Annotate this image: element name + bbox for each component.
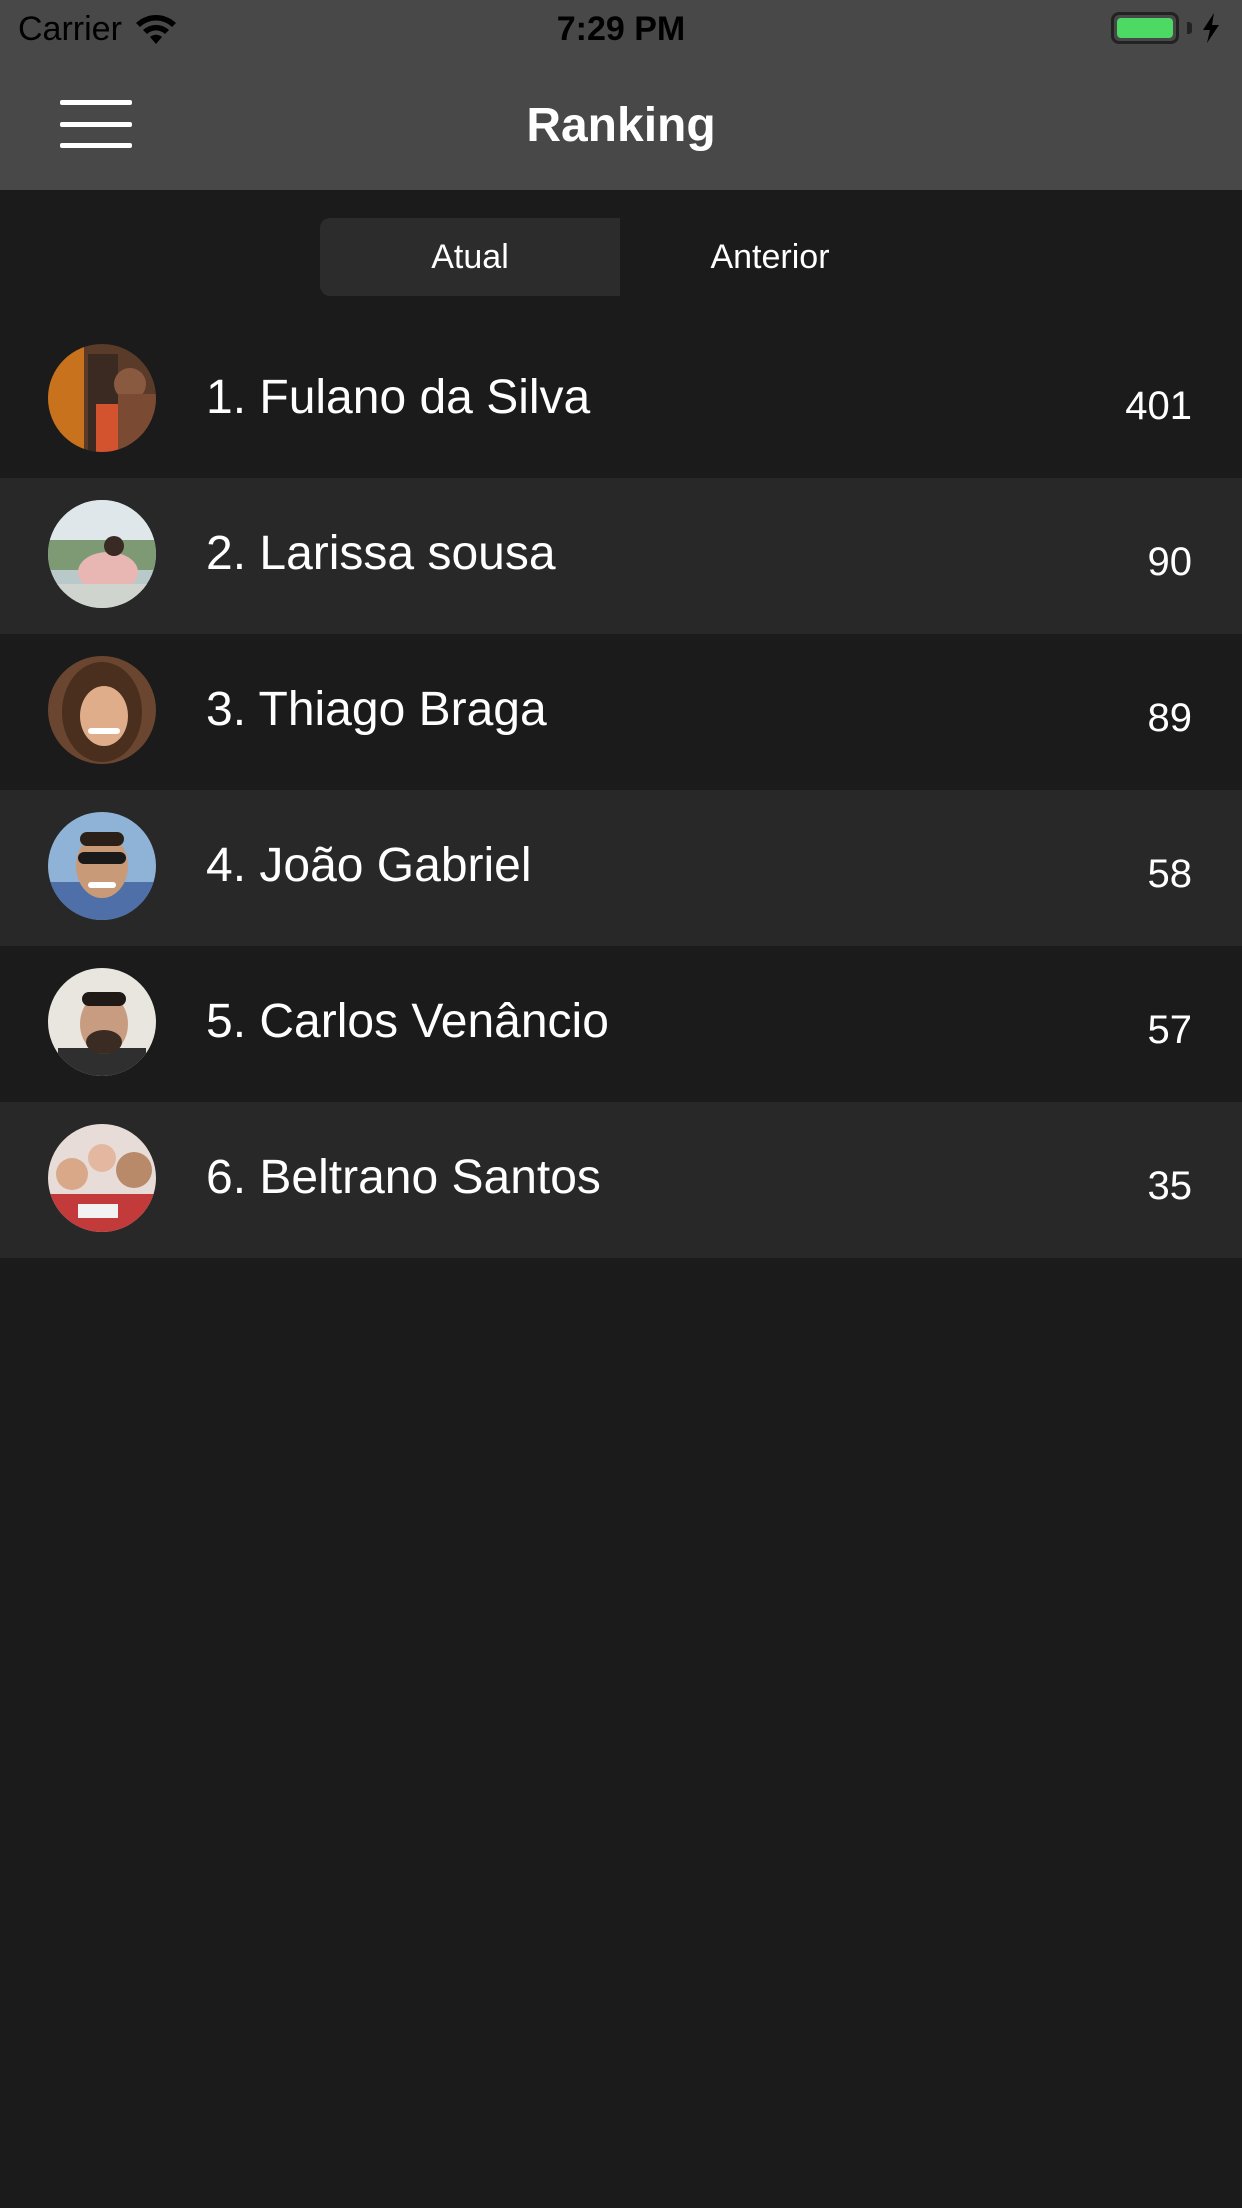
bolt-icon [1203,13,1219,43]
ranking-row[interactable]: 2. Larissa sousa 90 [0,478,1242,634]
player-name: 5. Carlos Venâncio [206,995,609,1048]
avatar [48,1124,156,1232]
player-score: 57 [1147,1008,1193,1052]
avatar [48,500,156,608]
avatar [48,344,156,452]
avatar [48,968,156,1076]
player-name: 2. Larissa sousa [206,527,556,580]
player-name: 3. Thiago Braga [206,683,547,736]
battery-icon [1111,12,1179,44]
ranking-row[interactable]: 3. Thiago Braga 89 [0,634,1242,790]
ranking-row[interactable]: 5. Carlos Venâncio 57 [0,946,1242,1102]
player-score: 35 [1147,1164,1193,1208]
ranking-list: 1. Fulano da Silva 401 2. Larissa sousa … [0,322,1242,1258]
navigation-bar: Carrier 7:29 PM Ranking [0,0,1242,190]
avatar [48,656,156,764]
player-score: 90 [1147,540,1193,584]
ranking-row[interactable]: 1. Fulano da Silva 401 [0,322,1242,478]
page-title: Ranking [526,99,716,152]
ranking-row[interactable]: 6. Beltrano Santos 35 [0,1102,1242,1258]
tab-anterior[interactable]: Anterior [620,218,920,296]
battery-group [1111,12,1222,44]
ranking-row[interactable]: 4. João Gabriel 58 [0,790,1242,946]
player-score: 58 [1147,852,1193,896]
avatar [48,812,156,920]
tab-atual[interactable]: Atual [320,218,620,296]
segmented-control: Atual Anterior [320,218,920,296]
player-name: 6. Beltrano Santos [206,1151,601,1204]
player-name: 1. Fulano da Silva [206,371,591,424]
status-bar: Carrier 7:29 PM [0,0,1242,62]
player-name: 4. João Gabriel [206,839,532,892]
player-score: 401 [1125,384,1192,428]
player-score: 89 [1147,696,1193,740]
status-time: 7:29 PM [556,10,686,48]
